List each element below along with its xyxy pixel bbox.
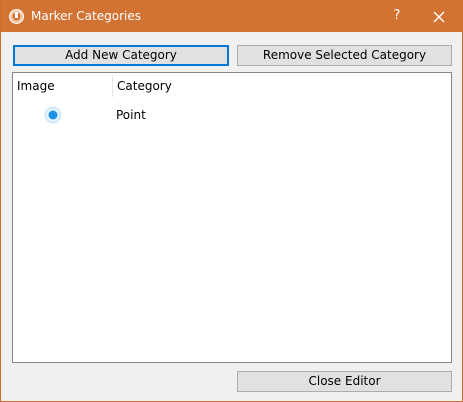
category-name: Point <box>116 108 146 122</box>
remove-selected-category-button[interactable]: Remove Selected Category <box>237 45 452 66</box>
title-bar[interactable]: Marker Categories ? <box>1 0 463 32</box>
table-row[interactable]: Point <box>13 103 451 127</box>
help-button[interactable]: ? <box>387 7 407 25</box>
close-icon[interactable] <box>431 9 447 25</box>
point-marker-icon <box>44 106 62 124</box>
app-icon <box>9 9 24 24</box>
close-editor-button[interactable]: Close Editor <box>237 371 452 392</box>
column-divider[interactable] <box>112 75 113 97</box>
marker-categories-dialog: Marker Categories ? Add New Category Rem… <box>0 0 463 402</box>
add-new-category-button[interactable]: Add New Category <box>13 45 229 66</box>
window-title: Marker Categories <box>31 9 141 23</box>
category-table[interactable]: Image Category Point <box>12 72 452 363</box>
column-header-image[interactable]: Image <box>17 73 113 99</box>
column-header-category[interactable]: Category <box>117 73 317 99</box>
table-header: Image Category <box>13 73 451 99</box>
